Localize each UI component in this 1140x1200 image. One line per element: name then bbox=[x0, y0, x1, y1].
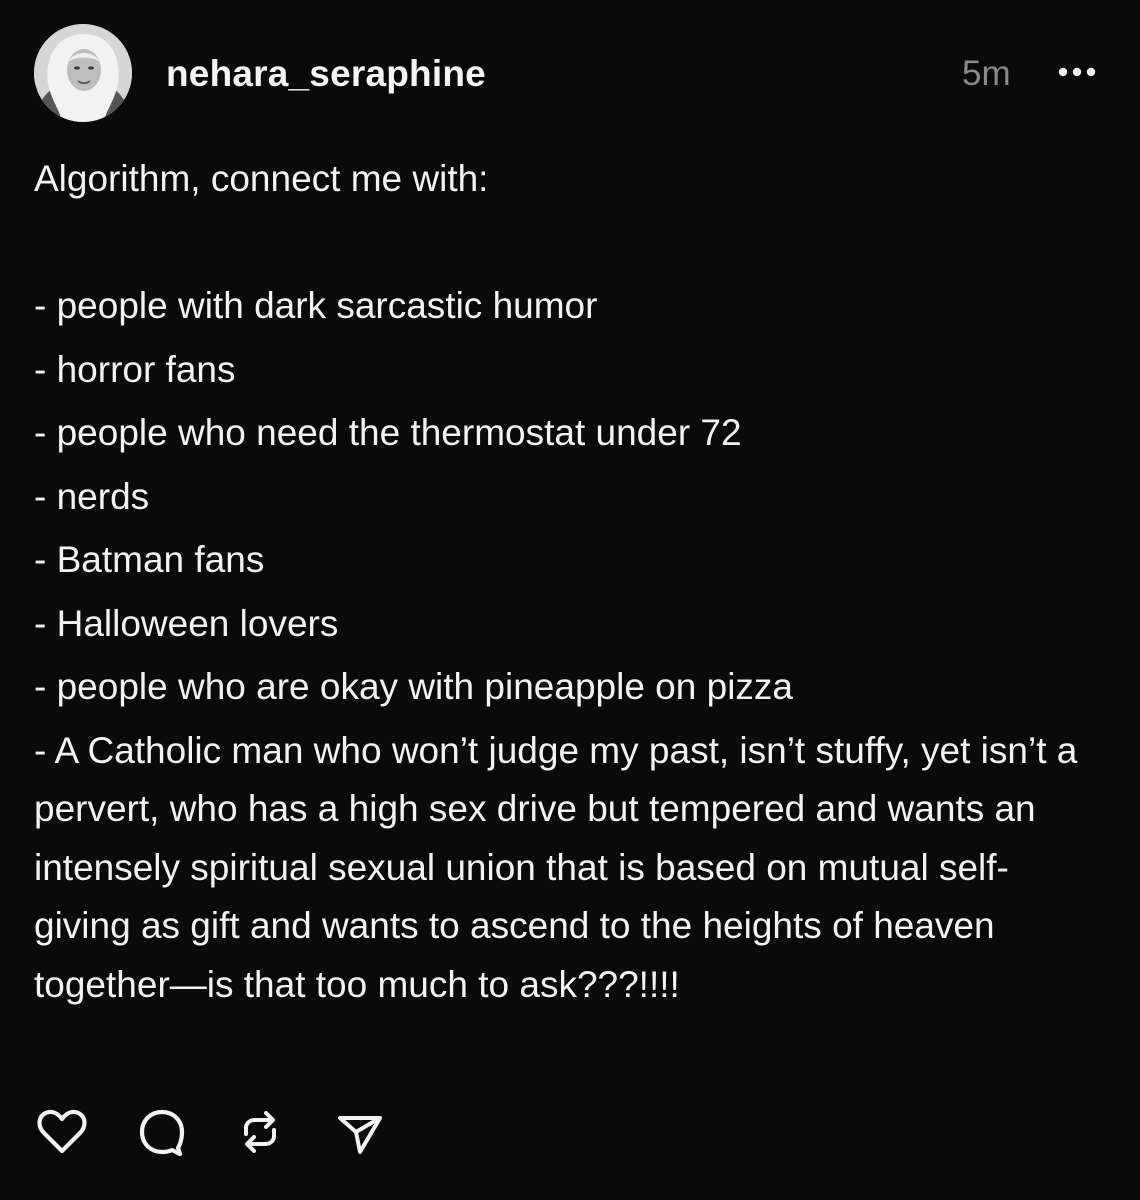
list-item: - horror fans bbox=[34, 348, 236, 390]
more-horizontal-icon bbox=[1058, 67, 1096, 77]
repost-icon bbox=[244, 1111, 276, 1153]
list-item: - people with dark sarcastic humor bbox=[34, 285, 598, 326]
heart-icon bbox=[37, 1109, 87, 1154]
post-intro: Algorithm, connect me with: bbox=[34, 158, 489, 199]
share-button[interactable] bbox=[332, 1104, 388, 1160]
list-item-final: - A Catholic man who won’t judge my past… bbox=[34, 729, 1078, 1005]
list-item: - Halloween lovers bbox=[34, 602, 339, 644]
repost-button[interactable] bbox=[232, 1104, 288, 1160]
avatar[interactable] bbox=[34, 24, 132, 122]
comment-bubble-icon bbox=[139, 1109, 185, 1157]
post: nehara_seraphine 5m Algorithm, connect m… bbox=[0, 0, 1140, 1200]
send-icon bbox=[338, 1116, 382, 1154]
list-item: - people who are okay with pineapple on … bbox=[34, 666, 793, 707]
more-options-button[interactable] bbox=[1056, 64, 1098, 80]
user-avatar-photo bbox=[34, 24, 132, 122]
post-body: Algorithm, connect me with: - people wit… bbox=[34, 150, 1094, 1014]
list-item: - people who need the thermostat under 7… bbox=[34, 412, 742, 453]
list-item: - Batman fans bbox=[34, 539, 265, 580]
list-item: - nerds bbox=[34, 475, 150, 517]
username[interactable]: nehara_seraphine bbox=[166, 52, 486, 96]
reply-button[interactable] bbox=[134, 1104, 190, 1160]
like-button[interactable] bbox=[34, 1104, 90, 1160]
post-timestamp: 5m bbox=[962, 54, 1011, 93]
